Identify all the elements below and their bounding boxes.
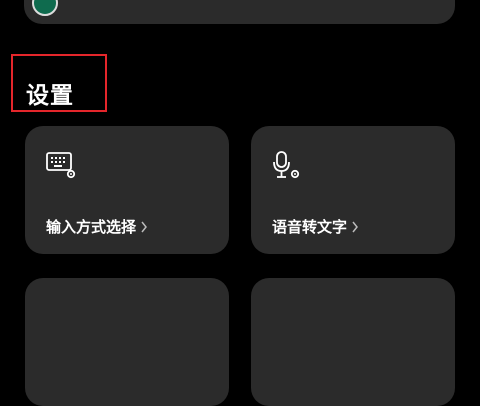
speech-to-text-text: 语音转文字 [272, 218, 348, 236]
settings-card-partial[interactable] [251, 278, 455, 406]
settings-section-title: 设置 [26, 83, 74, 109]
avatar [32, 0, 58, 16]
settings-card-partial[interactable] [25, 278, 229, 406]
microphone-settings-icon [273, 151, 300, 179]
keyboard-settings-icon [46, 152, 76, 179]
input-method-text: 输入方式选择 [46, 218, 137, 236]
input-method-card[interactable]: 输入方式选择 [25, 126, 229, 254]
chevron-right-icon [352, 221, 358, 232]
chevron-right-icon [141, 221, 147, 232]
speech-to-text-label: 语音转文字 [272, 216, 359, 237]
speech-to-text-card[interactable]: 语音转文字 [251, 126, 455, 254]
top-card[interactable] [24, 0, 455, 24]
input-method-label: 输入方式选择 [46, 216, 148, 237]
